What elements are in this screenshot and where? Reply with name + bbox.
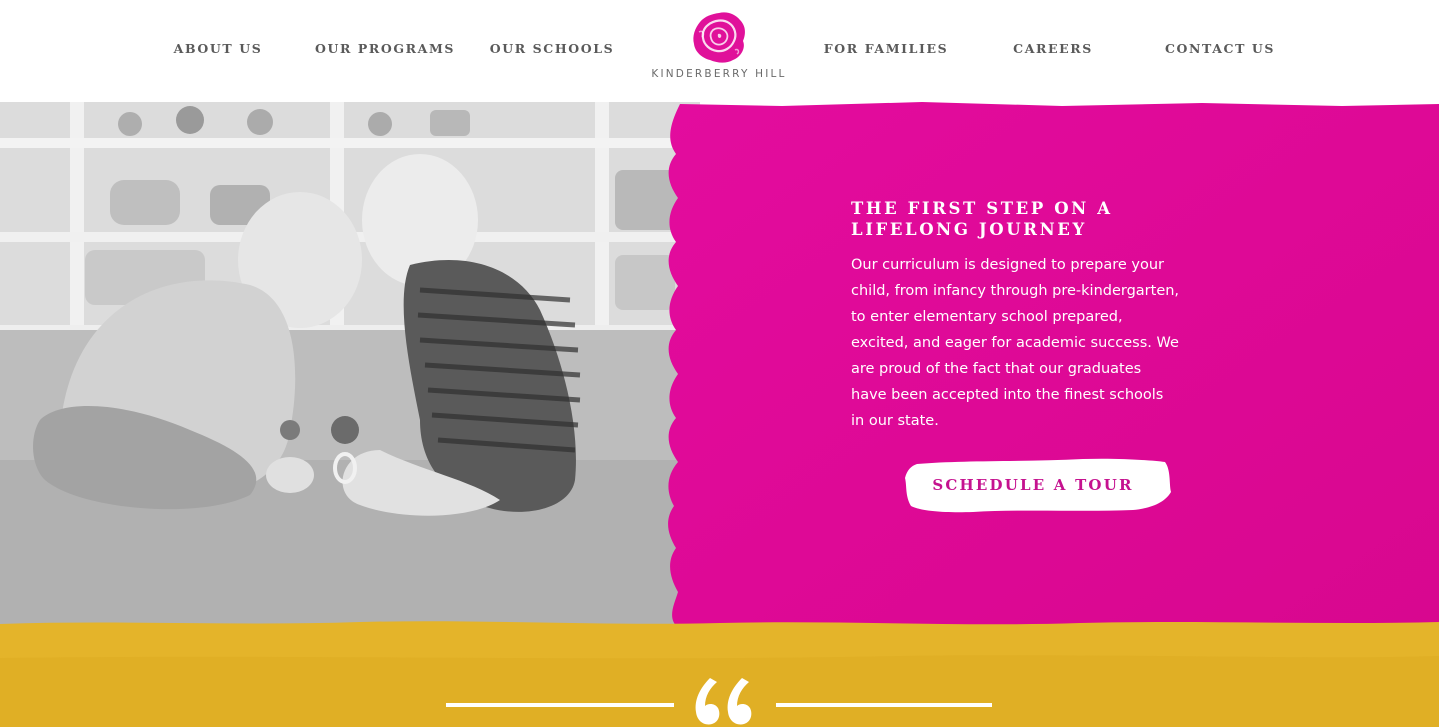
babies-playing-photo <box>0 100 700 640</box>
schedule-tour-label: SCHEDULE A TOUR <box>932 476 1134 494</box>
hero-photo <box>0 100 700 640</box>
nav-our-programs[interactable]: OUR PROGRAMS <box>315 41 455 57</box>
berry-logo-icon <box>693 12 745 63</box>
quote-rule-left <box>446 703 674 707</box>
site-header: ABOUT US OUR PROGRAMS OUR SCHOOLS FOR FA… <box>0 0 1439 102</box>
quote-icon <box>695 678 752 725</box>
home-logo-link[interactable]: KINDERBERRY HILL <box>645 8 793 86</box>
nav-our-schools[interactable]: OUR SCHOOLS <box>490 41 615 57</box>
hero-body-text: Our curriculum is designed to prepare yo… <box>851 257 1180 429</box>
nav-for-families[interactable]: FOR FAMILIES <box>824 41 948 57</box>
nav-contact-us[interactable]: CONTACT US <box>1165 41 1275 57</box>
logo-wordmark: KINDERBERRY HILL <box>651 68 787 80</box>
quote-rule-right <box>776 703 992 707</box>
hero-heading: THE FIRST STEP ON A LIFELONG JOURNEY <box>851 199 1113 239</box>
nav-about-us[interactable]: ABOUT US <box>174 41 263 57</box>
nav-careers[interactable]: CAREERS <box>1013 41 1093 57</box>
schedule-tour-button[interactable]: SCHEDULE A TOUR <box>903 456 1173 514</box>
